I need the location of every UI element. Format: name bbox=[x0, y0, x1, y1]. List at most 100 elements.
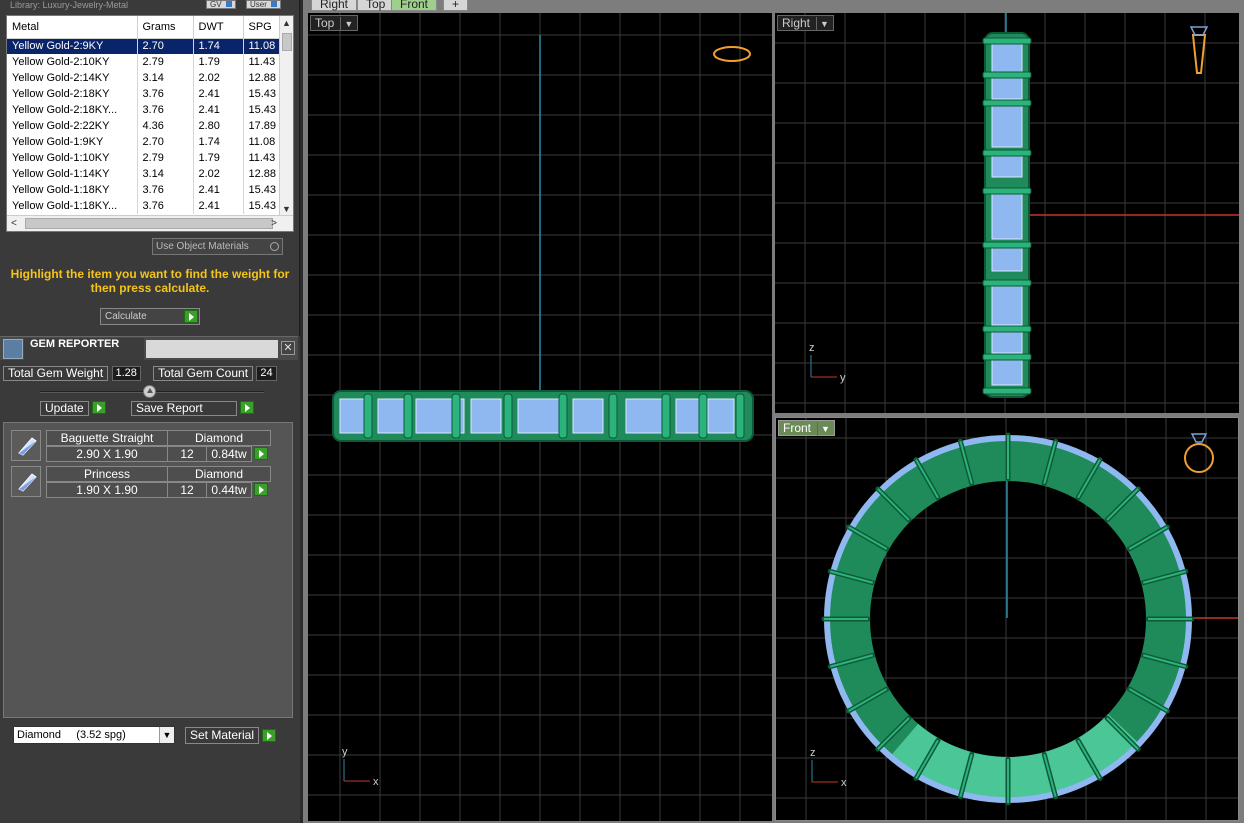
table-cell: 11.43 bbox=[243, 150, 280, 166]
scroll-up-icon[interactable]: ▲ bbox=[280, 16, 293, 30]
table-row[interactable]: Yellow Gold-2:10KY 2.79 1.79 11.43 bbox=[7, 54, 280, 70]
table-row[interactable]: Yellow Gold-1:18KY... 3.76 2.41 15.43 bbox=[7, 198, 280, 214]
chevron-down-icon[interactable]: ▼ bbox=[159, 727, 174, 743]
prong bbox=[558, 393, 568, 439]
table-row[interactable]: Yellow Gold-1:14KY 3.14 2.02 12.88 bbox=[7, 166, 280, 182]
viewport-front-label[interactable]: Front ▼ bbox=[778, 420, 835, 436]
prong bbox=[363, 393, 373, 439]
chevron-down-icon[interactable]: ▼ bbox=[817, 422, 830, 436]
table-cell: 15.43 bbox=[243, 102, 280, 118]
play-icon[interactable] bbox=[254, 447, 268, 460]
table-cell: 15.43 bbox=[243, 86, 280, 102]
table-cell: Yellow Gold-2:10KY bbox=[7, 54, 138, 70]
gem-reporter-icon bbox=[3, 339, 23, 359]
metal-table-hscroll[interactable]: < > bbox=[7, 215, 293, 231]
metal-table[interactable]: Metal Grams DWT SPG Yellow Gold-2:9KY 2.7… bbox=[6, 15, 294, 232]
gem-list[interactable]: Baguette Straight Diamond 2.90 X 1.90 12… bbox=[3, 422, 293, 718]
col-dwt[interactable]: DWT bbox=[193, 16, 244, 39]
save-report-button[interactable]: Save Report bbox=[131, 401, 254, 417]
prong bbox=[982, 37, 1032, 45]
viewport-area: Right Top Front + yx Top ▼ zy Right ▼ zx F… bbox=[303, 0, 1244, 823]
gem-row[interactable]: Baguette Straight Diamond 2.90 X 1.90 12… bbox=[9, 429, 271, 462]
user-button[interactable]: User bbox=[246, 0, 281, 9]
table-cell: Yellow Gold-2:22KY bbox=[7, 118, 138, 134]
viewport-front[interactable]: zx Front ▼ bbox=[775, 417, 1239, 821]
scroll-right-icon[interactable]: > bbox=[271, 216, 277, 231]
calculate-label: Calculate bbox=[105, 311, 147, 322]
close-icon[interactable]: ✕ bbox=[281, 341, 295, 355]
set-material-button[interactable]: Set Material bbox=[185, 727, 277, 744]
viewport-top[interactable]: yx Top ▼ bbox=[308, 13, 772, 821]
total-weight-value: 1.28 bbox=[111, 366, 141, 381]
table-cell: 2.70 bbox=[137, 38, 194, 54]
play-icon[interactable] bbox=[240, 401, 254, 414]
gem-thumbnail-icon bbox=[11, 466, 41, 497]
table-row[interactable]: Yellow Gold-2:18KY... 3.76 2.41 15.43 bbox=[7, 102, 280, 118]
tab-right[interactable]: Right bbox=[311, 0, 358, 11]
top-label-text: Top bbox=[315, 16, 335, 30]
table-cell: 11.08 bbox=[243, 38, 280, 54]
col-metal[interactable]: Metal bbox=[7, 16, 138, 39]
play-icon[interactable] bbox=[254, 483, 268, 496]
total-gem-count: Total Gem Count 24 bbox=[153, 366, 277, 382]
calculate-button[interactable]: Calculate bbox=[100, 308, 200, 325]
hscroll-thumb[interactable] bbox=[25, 218, 273, 229]
table-row[interactable]: Yellow Gold-2:22KY 4.36 2.80 17.89 bbox=[7, 118, 280, 134]
front-label-text: Front bbox=[783, 421, 812, 435]
radio-icon[interactable] bbox=[270, 242, 279, 251]
update-button[interactable]: Update bbox=[40, 401, 106, 417]
metal-table-vscroll[interactable]: ▲ ▼ bbox=[279, 16, 293, 216]
table-cell: 2.41 bbox=[193, 198, 244, 214]
set-material-label: Set Material bbox=[190, 728, 255, 742]
table-cell: 15.43 bbox=[243, 182, 280, 198]
chevron-down-icon[interactable]: ▼ bbox=[816, 17, 829, 31]
tab-front[interactable]: Front bbox=[391, 0, 438, 11]
play-icon[interactable] bbox=[184, 310, 198, 323]
material-select[interactable]: Diamond (3.52 spg) ▼ bbox=[13, 726, 175, 744]
tab-top[interactable]: Top bbox=[357, 0, 395, 11]
table-cell: 17.89 bbox=[243, 118, 280, 134]
prong bbox=[982, 387, 1032, 395]
col-spg[interactable]: SPG bbox=[243, 16, 280, 39]
axis-label: y bbox=[342, 746, 348, 758]
chevron-down-icon[interactable]: ▼ bbox=[340, 17, 353, 31]
scroll-thumb[interactable] bbox=[282, 33, 292, 51]
scroll-left-icon[interactable]: < bbox=[11, 216, 17, 231]
viewport-right[interactable]: zy Right ▼ bbox=[775, 13, 1239, 413]
app-window: Library: Luxury-Jewelry-Metal GV User Me… bbox=[0, 0, 1244, 823]
table-row[interactable]: Yellow Gold-1:10KY 2.79 1.79 11.43 bbox=[7, 150, 280, 166]
top-view-canvas[interactable]: yx bbox=[308, 13, 772, 821]
viewport-right-label[interactable]: Right ▼ bbox=[777, 15, 834, 31]
gem-row[interactable]: Princess Diamond 1.90 X 1.90 12 0.44tw bbox=[9, 465, 271, 498]
axis-label: y bbox=[840, 372, 846, 384]
use-object-materials-toggle[interactable]: Use Object Materials bbox=[152, 238, 283, 255]
viewport-top-label[interactable]: Top ▼ bbox=[310, 15, 359, 31]
table-row[interactable]: Yellow Gold-2:18KY 3.76 2.41 15.43 bbox=[7, 86, 280, 102]
table-row[interactable]: Yellow Gold-2:9KY 2.70 1.74 11.08 bbox=[7, 38, 280, 54]
play-icon[interactable] bbox=[91, 401, 106, 414]
table-cell: 3.76 bbox=[137, 198, 194, 214]
scroll-down-icon[interactable]: ▼ bbox=[280, 202, 293, 216]
gem bbox=[991, 284, 1023, 326]
gem-header-bar bbox=[146, 340, 278, 358]
table-cell: Yellow Gold-2:18KY... bbox=[7, 102, 138, 118]
add-tab-icon[interactable]: + bbox=[443, 0, 469, 11]
right-view-canvas[interactable]: zy bbox=[775, 13, 1239, 413]
table-cell: 3.76 bbox=[137, 182, 194, 198]
gem-material: Diamond bbox=[167, 430, 271, 446]
user-icon bbox=[270, 1, 277, 7]
collapse-icon[interactable] bbox=[143, 385, 156, 398]
total-weight-label: Total Gem Weight bbox=[3, 366, 109, 381]
gem-shape: Princess bbox=[46, 466, 168, 482]
table-row[interactable]: Yellow Gold-1:9KY 2.70 1.74 11.08 bbox=[7, 134, 280, 150]
play-icon[interactable] bbox=[262, 729, 277, 742]
table-cell: 3.76 bbox=[137, 102, 194, 118]
table-cell: 1.79 bbox=[193, 150, 244, 166]
gv-button[interactable]: GV bbox=[206, 0, 236, 9]
table-row[interactable]: Yellow Gold-1:18KY 3.76 2.41 15.43 bbox=[7, 182, 280, 198]
material-select-value: Diamond (3.52 spg) bbox=[17, 729, 126, 741]
front-view-canvas[interactable]: zx bbox=[776, 418, 1239, 821]
prong bbox=[982, 241, 1032, 249]
table-row[interactable]: Yellow Gold-2:14KY 3.14 2.02 12.88 bbox=[7, 70, 280, 86]
col-grams[interactable]: Grams bbox=[137, 16, 194, 39]
